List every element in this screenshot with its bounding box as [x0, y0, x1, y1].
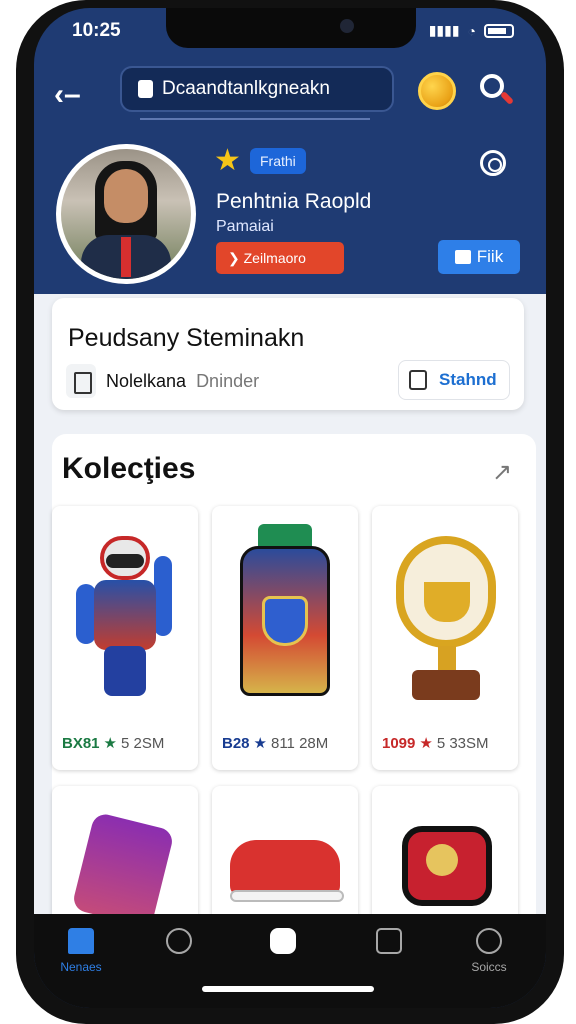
item-stat: 811 28M	[270, 734, 329, 752]
item-price: 1099	[382, 734, 416, 752]
back-icon: ‹–	[54, 78, 81, 111]
info-chip-secondary: Dninder	[196, 370, 260, 391]
status-icons: ▮▮▮▮ ◔	[429, 22, 514, 39]
document-icon	[66, 364, 96, 398]
rating-star-icon: ★	[103, 735, 117, 752]
phone-frame: 10:25 ▮▮▮▮ ◔ ‹– Dcaandtanlkgneakn ★ Frat…	[16, 0, 564, 1024]
robot-legs	[104, 646, 146, 696]
crest-figure-image	[212, 506, 358, 716]
follow-button[interactable]: Fiik	[438, 240, 520, 274]
search-pill[interactable]: Dcaandtanlkgneakn	[120, 66, 394, 112]
nav-home-label: Nenaes	[60, 960, 102, 974]
nav-profile[interactable]: Soiccs	[444, 928, 534, 974]
crest-emblem	[262, 596, 308, 646]
collection-card: Kolecţies ↗ BX81 ★ 5 2SM B28 ★ 811 28M 1…	[52, 434, 536, 954]
coin-icon[interactable]	[418, 72, 456, 110]
trophy-stem	[438, 646, 456, 670]
notch	[166, 8, 416, 48]
nav-home[interactable]: Nenaes	[36, 928, 126, 974]
bag-icon	[138, 80, 153, 98]
avatar-image	[61, 149, 191, 279]
collection-item[interactable]: 1099 ★ 5 33SM	[372, 506, 518, 770]
home-indicator[interactable]	[202, 986, 374, 992]
robot-body	[94, 580, 156, 650]
square-icon	[270, 928, 296, 954]
item-meta: B28 ★ 811 28M	[222, 734, 329, 753]
avatar-head	[104, 169, 148, 223]
item-price: B28	[222, 734, 250, 752]
profile-header: ★ Frathi Penhtnia Raopld Pamaiai ❯ Zeilm…	[34, 134, 546, 294]
shoe-upper	[230, 840, 340, 896]
robot-arm-right	[154, 556, 172, 636]
camera-icon	[340, 19, 354, 33]
bottom-nav: Nenaes Soiccs	[34, 914, 546, 1008]
follow-button-label: Fiik	[476, 247, 504, 266]
home-icon	[68, 928, 94, 954]
like-icon	[454, 250, 471, 264]
nav-center[interactable]	[238, 928, 328, 960]
profile-icon	[476, 928, 502, 954]
content-area: Peudsany Steminakn Nolelkana Dninder Sta…	[34, 294, 546, 954]
nav-collections[interactable]	[344, 928, 434, 960]
search-nav-icon	[166, 928, 192, 954]
avatar[interactable]	[56, 144, 196, 284]
collection-title: Kolecţies	[62, 452, 196, 485]
star-icon: ★	[214, 144, 241, 177]
info-card: Peudsany Steminakn Nolelkana Dninder Sta…	[52, 298, 524, 410]
item-meta: 1099 ★ 5 33SM	[382, 734, 489, 753]
gear-icon[interactable]	[480, 150, 506, 176]
top-bar: ‹– Dcaandtanlkgneakn	[34, 66, 546, 126]
action-button-red[interactable]: ❯ Zeilmaoro	[216, 242, 344, 274]
item-stat: 5 33SM	[436, 734, 489, 752]
shoe-sole	[230, 890, 344, 902]
collection-item[interactable]: BX81 ★ 5 2SM	[52, 506, 198, 770]
nav-search[interactable]	[134, 928, 224, 960]
back-button[interactable]: ‹–	[54, 78, 81, 112]
status-time: 10:25	[72, 20, 121, 41]
item-meta: BX81 ★ 5 2SM	[62, 734, 165, 753]
rating-star-icon: ★	[253, 735, 267, 752]
search-text: Dcaandtanlkgneakn	[162, 78, 330, 99]
glove-shape	[71, 811, 175, 929]
info-chip-right[interactable]: Stahnd	[398, 360, 510, 400]
status-bar: 10:25 ▮▮▮▮ ◔	[34, 8, 546, 60]
collection-item[interactable]: B28 ★ 811 28M	[212, 506, 358, 770]
item-price: BX81	[62, 734, 100, 752]
item-stat: 5 2SM	[120, 734, 165, 752]
status-badge: Frathi	[250, 148, 306, 174]
info-title: Peudsany Steminakn	[68, 324, 305, 352]
search-underline	[140, 118, 370, 120]
trophy-base	[412, 670, 480, 700]
info-chip-left[interactable]: Nolelkana Dninder	[66, 364, 259, 398]
robot-arm-left	[76, 584, 96, 644]
signal-icon: ▮▮▮▮	[428, 22, 460, 38]
info-chip-primary: Nolelkana	[106, 370, 187, 391]
accessory-dial	[426, 844, 458, 876]
card-icon	[376, 928, 402, 954]
robot-figure-image	[52, 506, 198, 716]
search-button[interactable]	[480, 74, 515, 108]
nav-profile-label: Soiccs	[471, 960, 507, 974]
robot-visor	[106, 554, 144, 568]
profile-name: Penhtnia Raopld	[216, 190, 372, 213]
wifi-icon: ◔	[467, 22, 476, 39]
avatar-stripe	[121, 237, 131, 277]
battery-icon	[484, 23, 514, 38]
info-chip-right-label: Stahnd	[439, 370, 497, 389]
trophy-image	[372, 506, 518, 716]
trophy-cup	[424, 582, 470, 622]
screen: 10:25 ▮▮▮▮ ◔ ‹– Dcaandtanlkgneakn ★ Frat…	[34, 8, 546, 1008]
lock-icon	[409, 370, 427, 390]
rating-star-icon: ★	[419, 735, 433, 752]
profile-subtitle: Pamaiai	[216, 218, 274, 235]
search-handle	[499, 90, 515, 106]
share-icon[interactable]: ↗	[492, 458, 512, 487]
